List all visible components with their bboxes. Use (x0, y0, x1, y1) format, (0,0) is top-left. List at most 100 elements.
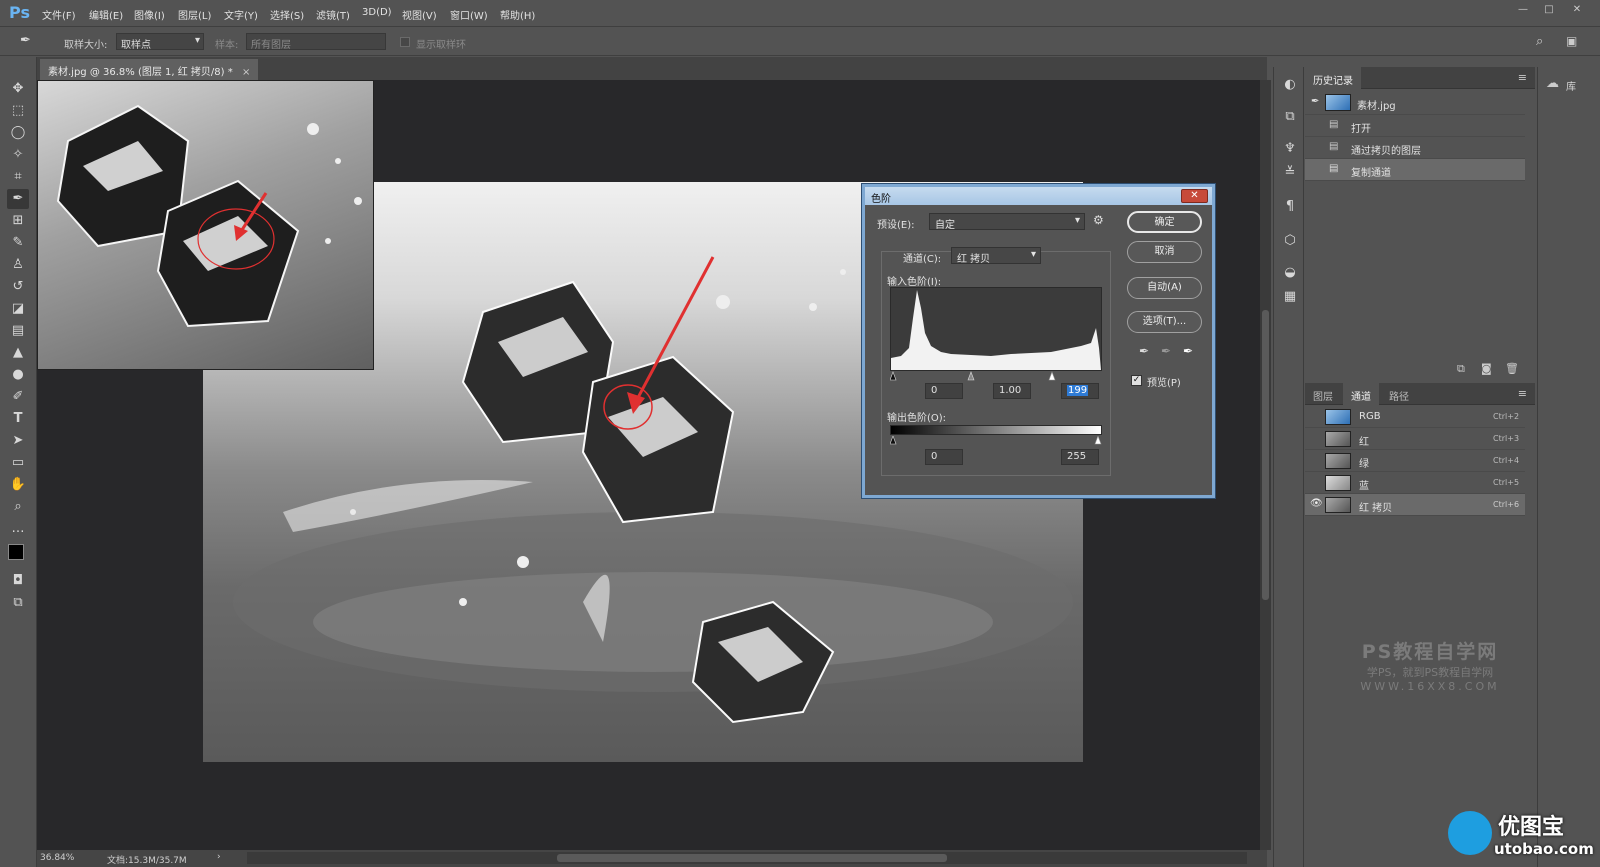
clone-source-icon[interactable]: ◒ (1280, 263, 1300, 283)
auto-button[interactable]: 自动(A) (1127, 277, 1202, 299)
blur-tool-icon[interactable]: ▲ (7, 343, 29, 363)
history-snapshot[interactable]: ✒ 素材.jpg (1305, 91, 1525, 115)
adjustments-icon[interactable]: ≚ (1280, 163, 1300, 183)
output-black-field[interactable]: 0 (925, 449, 963, 465)
preset-select[interactable]: 自定 ▾ (929, 213, 1085, 231)
healing-brush-tool-icon[interactable]: ⊞ (7, 211, 29, 231)
brush-source-icon[interactable]: ✒ (1311, 96, 1319, 107)
output-white-field[interactable]: 255 (1061, 449, 1099, 465)
library-label[interactable]: 库 (1566, 78, 1576, 93)
black-eyedropper-icon[interactable]: ✒ (1139, 344, 1149, 358)
history-item-selected[interactable]: ▤ 复制通道 (1305, 159, 1525, 181)
brush-presets-icon[interactable]: ♆ (1280, 139, 1300, 159)
camera-icon[interactable]: ◙ (1481, 362, 1492, 375)
history-icon[interactable]: ⧉ (1280, 107, 1300, 127)
menu-view[interactable]: 视图(V) (402, 7, 437, 22)
channel-row[interactable]: 蓝 Ctrl+5 (1305, 472, 1525, 494)
panel-menu-icon[interactable]: ≡ (1518, 387, 1527, 400)
tab-history[interactable]: 历史记录 (1305, 67, 1361, 89)
minimize-icon[interactable]: — (1516, 3, 1530, 17)
history-item[interactable]: ▤ 通过拷贝的图层 (1305, 137, 1525, 159)
quick-mask-icon[interactable]: ◘ (7, 571, 29, 591)
input-sliders[interactable] (890, 371, 1102, 381)
history-brush-tool-icon[interactable]: ↺ (7, 277, 29, 297)
chevron-right-icon[interactable]: › (217, 852, 221, 862)
stamp-tool-icon[interactable]: ♙ (7, 255, 29, 275)
menu-filter[interactable]: 滤镜(T) (316, 7, 350, 22)
grid-icon[interactable]: ▦ (1280, 287, 1300, 307)
preview-checkbox[interactable]: ✓ (1131, 375, 1142, 386)
hand-tool-icon[interactable]: ✋ (7, 475, 29, 495)
cancel-button[interactable]: 取消 (1127, 241, 1202, 263)
tab-layers[interactable]: 图层 (1305, 383, 1341, 405)
zoom-tool-icon[interactable]: ⌕ (7, 497, 29, 517)
show-ring-checkbox[interactable] (400, 37, 410, 47)
horizontal-scrollbar-thumb[interactable] (557, 854, 947, 862)
menu-file[interactable]: 文件(F) (42, 7, 76, 22)
foreground-color-swatch[interactable] (8, 544, 24, 560)
3d-icon[interactable]: ⬡ (1280, 231, 1300, 251)
white-eyedropper-icon[interactable]: ✒ (1183, 344, 1193, 358)
menu-select[interactable]: 选择(S) (270, 7, 304, 22)
magic-wand-tool-icon[interactable]: ✧ (7, 145, 29, 165)
zoom-readout[interactable]: 36.84% (40, 853, 74, 863)
type-tool-icon[interactable]: T (7, 409, 29, 429)
new-document-icon[interactable]: ⧉ (1457, 362, 1465, 376)
sample-select[interactable]: 所有图层 (246, 33, 386, 51)
crop-tool-icon[interactable]: ⌗ (7, 167, 29, 187)
channel-row-selected[interactable]: 👁 红 拷贝 Ctrl+6 (1305, 494, 1525, 516)
color-icon[interactable]: ◐ (1280, 75, 1300, 95)
menu-3d[interactable]: 3D(D) (362, 7, 392, 18)
channel-row[interactable]: RGB Ctrl+2 (1305, 406, 1525, 428)
trash-icon[interactable]: 🗑 (1505, 362, 1519, 375)
history-item[interactable]: ▤ 打开 (1305, 115, 1525, 137)
menu-layer[interactable]: 图层(L) (178, 7, 211, 22)
channel-select[interactable]: 红 拷贝 ▾ (951, 247, 1041, 265)
menu-type[interactable]: 文字(Y) (224, 7, 258, 22)
options-button[interactable]: 选项(T)... (1127, 311, 1202, 333)
pen-tool-icon[interactable]: ✐ (7, 387, 29, 407)
tab-channels[interactable]: 通道 (1343, 383, 1379, 405)
document-tab[interactable]: 素材.jpg @ 36.8% (图层 1, 红 拷贝/8) * × (40, 59, 259, 80)
more-tools-icon[interactable]: … (7, 519, 29, 539)
ok-button[interactable]: 确定 (1127, 211, 1202, 233)
menu-edit[interactable]: 编辑(E) (89, 7, 123, 22)
workspace-icon[interactable]: ▣ (1566, 34, 1577, 48)
menu-window[interactable]: 窗口(W) (450, 7, 488, 22)
dodge-tool-icon[interactable]: ● (7, 365, 29, 385)
shape-tool-icon[interactable]: ▭ (7, 453, 29, 473)
eyedropper-tool-icon[interactable]: ✒ (20, 33, 31, 48)
eraser-tool-icon[interactable]: ◪ (7, 299, 29, 319)
menu-help[interactable]: 帮助(H) (500, 7, 535, 22)
eyedropper-tool-icon[interactable]: ✒ (7, 189, 29, 209)
close-window-icon[interactable]: ✕ (1570, 3, 1584, 17)
visibility-eye-icon[interactable]: 👁 (1310, 498, 1323, 509)
path-select-tool-icon[interactable]: ➤ (7, 431, 29, 451)
menu-image[interactable]: 图像(I) (134, 7, 165, 22)
maximize-icon[interactable]: □ (1542, 3, 1556, 17)
sample-size-select[interactable]: 取样点 ▾ (116, 33, 204, 51)
cloud-library-icon[interactable]: ☁ (1546, 76, 1559, 91)
marquee-tool-icon[interactable]: ⬚ (7, 101, 29, 121)
output-sliders[interactable] (890, 436, 1102, 446)
horizontal-scrollbar[interactable] (247, 852, 1247, 864)
paragraph-icon[interactable]: ¶ (1280, 197, 1300, 217)
channel-row[interactable]: 红 Ctrl+3 (1305, 428, 1525, 450)
preset-options-gear-icon[interactable]: ⚙ (1093, 213, 1104, 227)
dialog-close-button[interactable]: ✕ (1181, 189, 1208, 203)
dialog-title-bar[interactable]: 色阶 (865, 187, 1212, 205)
move-tool-icon[interactable]: ✥ (7, 79, 29, 99)
input-gamma-field[interactable]: 1.00 (993, 383, 1031, 399)
screen-mode-icon[interactable]: ⧉ (7, 593, 29, 613)
close-tab-icon[interactable]: × (242, 67, 250, 78)
channel-row[interactable]: 绿 Ctrl+4 (1305, 450, 1525, 472)
panel-menu-icon[interactable]: ≡ (1518, 71, 1527, 84)
gray-eyedropper-icon[interactable]: ✒ (1161, 344, 1171, 358)
input-black-field[interactable]: 0 (925, 383, 963, 399)
scrollbar-thumb[interactable] (1262, 310, 1269, 600)
brush-tool-icon[interactable]: ✎ (7, 233, 29, 253)
search-icon[interactable]: ⌕ (1536, 34, 1543, 49)
input-white-field[interactable]: 199 (1061, 383, 1099, 399)
tab-paths[interactable]: 路径 (1381, 383, 1417, 405)
gradient-tool-icon[interactable]: ▤ (7, 321, 29, 341)
